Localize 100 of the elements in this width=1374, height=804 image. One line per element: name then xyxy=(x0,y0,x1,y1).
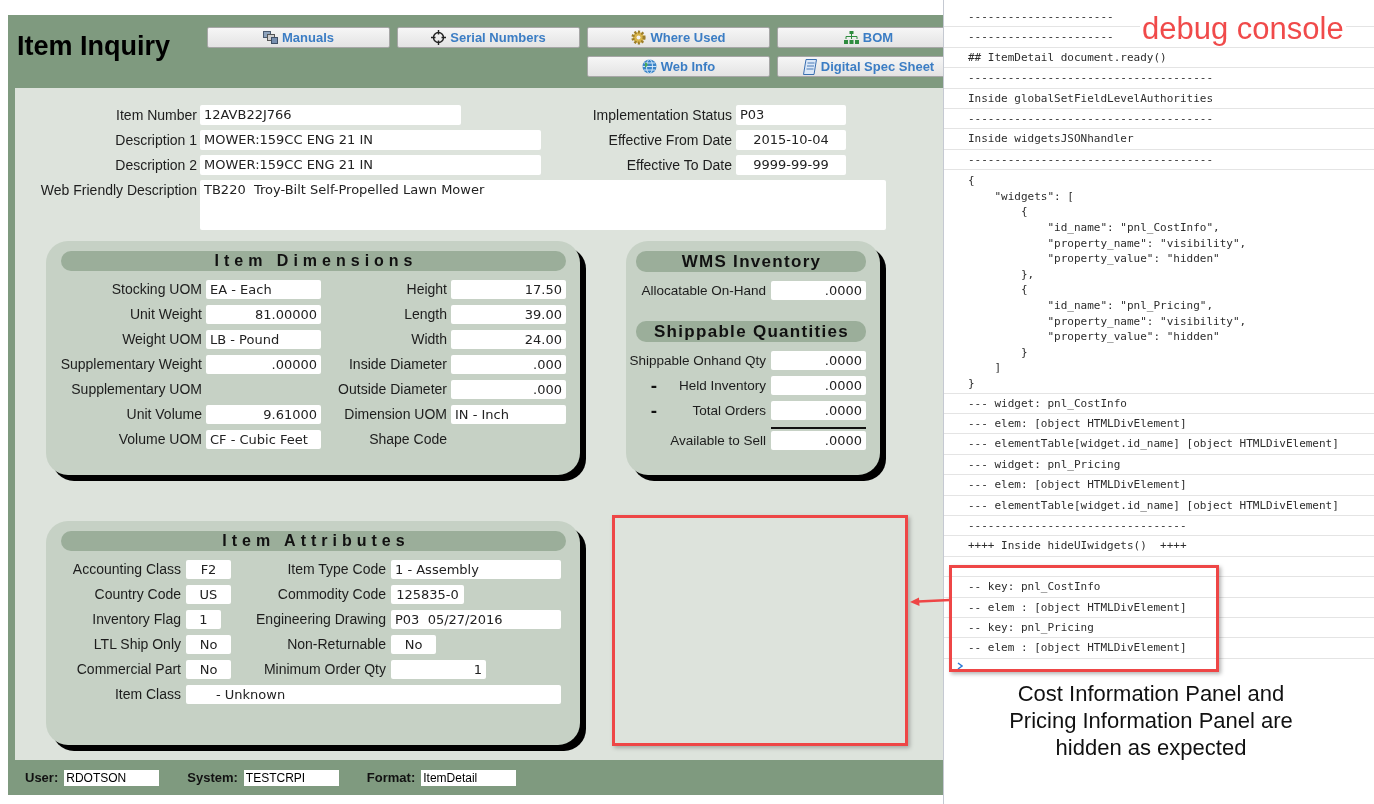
toolbar-button[interactable]: Manuals xyxy=(207,27,390,48)
log-json-block: { "widgets": [ { "id_name": "pnl_CostInfo", "property_name": "visibility", "property_value": "hidden" }, { "id_name": "pnl_Pricing", "property_name": "visibility", "property_value": "hidden" } ] } xyxy=(944,170,1374,394)
field-label: Outside Diameter xyxy=(337,380,448,399)
toolbar-button[interactable]: BOM xyxy=(777,27,943,48)
log-line: Inside widgetsJSONhandler xyxy=(944,129,1374,150)
input-field[interactable]: P03 05/27/2016 xyxy=(391,610,561,629)
field-label: Stocking UOM xyxy=(110,280,203,299)
log-line: --- elementTable[widget.id_name] [object HTMLDivElement] xyxy=(944,434,1374,455)
input-field[interactable]: MOWER:159CC ENG 21 IN xyxy=(200,130,541,150)
input-field[interactable]: .0000 xyxy=(771,281,866,300)
log-line: --- widget: pnl_CostInfo xyxy=(944,393,1374,414)
log-line: --- elem: [object HTMLDivElement] xyxy=(944,475,1374,496)
field-label: Commodity Code xyxy=(276,585,387,604)
scroll-icon xyxy=(802,58,817,75)
field-label: Accounting Class xyxy=(71,560,182,579)
crosshair-icon xyxy=(431,30,447,45)
log-line: --- elementTable[widget.id_name] [object HTMLDivElement] xyxy=(944,495,1374,516)
input-field[interactable]: 9.61000 xyxy=(206,405,321,424)
input-field[interactable]: .00000 xyxy=(206,355,321,374)
panel-heading: Item Attributes xyxy=(61,531,566,551)
log-line: --- elem: [object HTMLDivElement] xyxy=(944,413,1374,435)
status-field[interactable]: RDOTSON xyxy=(64,769,160,786)
field-label: Commercial Part xyxy=(75,660,182,679)
toolbar-button[interactable]: Serial Numbers xyxy=(397,27,580,48)
input-field[interactable]: P03 xyxy=(736,105,846,125)
input-field[interactable]: LB - Pound xyxy=(206,330,321,349)
input-field[interactable]: .0000 xyxy=(771,401,866,420)
field-label: Minimum Order Qty xyxy=(262,660,387,679)
field-label: Height xyxy=(405,280,448,299)
globe-icon xyxy=(641,59,657,74)
field-label: Length xyxy=(403,305,448,324)
input-field[interactable]: .0000 xyxy=(771,376,866,395)
status-label: User: xyxy=(25,770,59,785)
panel-heading: WMS Inventory xyxy=(636,251,866,272)
input-field[interactable]: 12AVB22J766 xyxy=(200,105,461,125)
field-label: Effective From Date xyxy=(607,131,733,150)
log-line: -- elem : [object HTMLDivElement] xyxy=(944,638,1374,659)
field-label: Total Orders xyxy=(691,402,767,420)
input-field[interactable]: .0000 xyxy=(771,351,866,370)
field-label: Weight UOM xyxy=(121,330,203,349)
log-line: ------------------------------------- xyxy=(944,109,1374,130)
input-field[interactable]: No xyxy=(391,635,436,654)
log-line: ++++ Inside hideUIwidgets() ++++ xyxy=(944,536,1374,557)
input-field[interactable]: No xyxy=(186,660,231,679)
field-label: Description 1 xyxy=(114,131,198,150)
text-area[interactable]: TB220 Troy-Bilt Self-Propelled Lawn Mower xyxy=(200,180,886,230)
field-label: Unit Weight xyxy=(128,305,203,324)
status-label: System: xyxy=(187,770,238,785)
input-field[interactable]: .0000 xyxy=(771,431,866,450)
input-field[interactable]: 24.00 xyxy=(451,330,566,349)
minus-sign: - xyxy=(650,401,658,420)
input-field[interactable]: US xyxy=(186,585,231,604)
input-field[interactable]: 1 xyxy=(391,660,486,679)
field-label: Allocatable On-Hand xyxy=(640,282,767,300)
field-label: LTL Ship Only xyxy=(92,635,182,654)
input-field[interactable]: 1 xyxy=(186,610,221,629)
input-field[interactable]: .000 xyxy=(451,380,566,399)
panel-heading: Item Dimensions xyxy=(61,251,566,271)
input-field[interactable]: 17.50 xyxy=(451,280,566,299)
input-field[interactable]: - Unknown xyxy=(186,685,561,704)
log-line: --- widget: pnl_Pricing xyxy=(944,454,1374,476)
field-label: Country Code xyxy=(93,585,182,604)
input-field[interactable]: 2015-10-04 xyxy=(736,130,846,150)
field-label: Dimension UOM xyxy=(343,405,448,424)
input-field[interactable]: MOWER:159CC ENG 21 IN xyxy=(200,155,541,175)
annotation-caption: Cost Information Panel and Pricing Information Panel are hidden as expected xyxy=(1008,680,1294,761)
toolbar-button[interactable]: Web Info xyxy=(587,56,770,77)
input-field[interactable]: 125835-0 xyxy=(391,585,464,604)
hierarchy-icon xyxy=(843,31,859,44)
input-field[interactable]: EA - Each xyxy=(206,280,321,299)
toolbar-button[interactable]: Where Used xyxy=(587,27,770,48)
input-field[interactable]: 1 - Assembly xyxy=(391,560,561,579)
log-line: -- key: pnl_CostInfo xyxy=(944,577,1374,598)
toolbar-button[interactable]: Digital Spec Sheet xyxy=(777,56,943,77)
field-label: Item Number xyxy=(115,106,198,125)
minus-sign: - xyxy=(650,376,658,395)
field-label: Supplementary UOM xyxy=(70,380,203,399)
input-field[interactable]: IN - Inch xyxy=(451,405,566,424)
input-field[interactable]: .000 xyxy=(451,355,566,374)
field-label: Non-Returnable xyxy=(286,635,387,654)
log-line: -- key: pnl_Pricing xyxy=(944,618,1374,639)
status-field[interactable]: TESTCRPI xyxy=(243,769,339,786)
annotation-arrow xyxy=(910,597,951,606)
field-label: Held Inventory xyxy=(677,377,767,395)
field-label: Width xyxy=(410,330,448,349)
field-label: Item Class xyxy=(113,685,182,704)
input-field[interactable]: F2 xyxy=(186,560,231,579)
input-field[interactable]: No xyxy=(186,635,231,654)
field-label: Volume UOM xyxy=(117,430,203,449)
documents-icon xyxy=(263,31,278,44)
input-field[interactable]: CF - Cubic Feet xyxy=(206,430,321,449)
status-field[interactable]: ItemDetail xyxy=(421,769,517,786)
field-label: Shippable Onhand Qty xyxy=(628,352,767,370)
input-field[interactable]: 9999-99-99 xyxy=(736,155,846,175)
log-line: -- elem : [object HTMLDivElement] xyxy=(944,597,1374,618)
input-field[interactable]: 81.00000 xyxy=(206,305,321,324)
log-line: ------------------------------------- xyxy=(944,68,1374,89)
page-title: Item Inquiry xyxy=(17,30,172,63)
input-field[interactable]: 39.00 xyxy=(451,305,566,324)
status-label: Format: xyxy=(366,770,416,785)
